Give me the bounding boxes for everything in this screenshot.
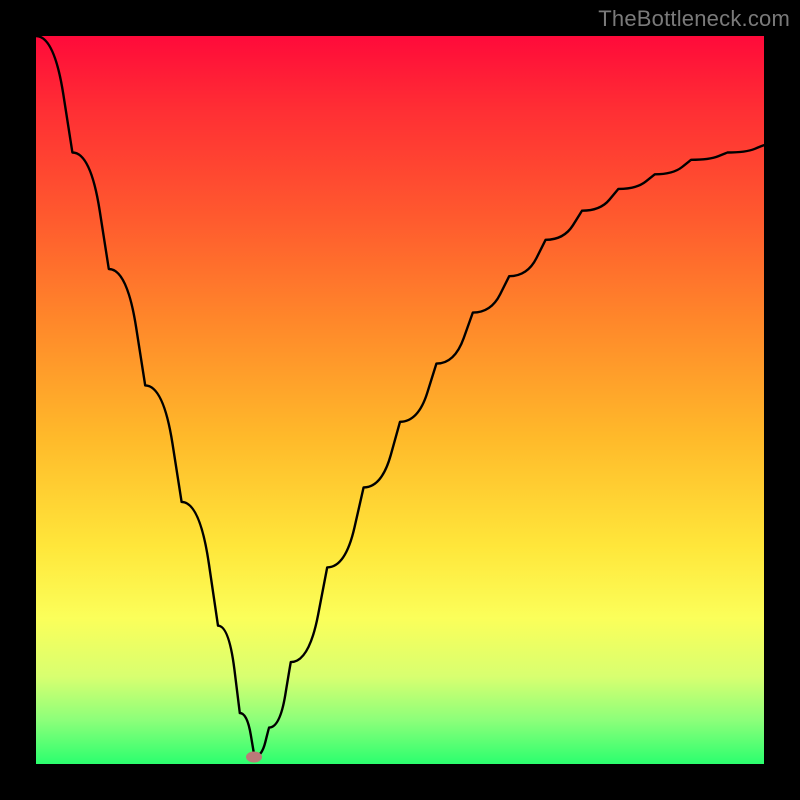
chart-frame: TheBottleneck.com [0,0,800,800]
plot-area [36,36,764,764]
watermark-label: TheBottleneck.com [598,6,790,32]
minimum-marker [246,751,262,762]
bottleneck-curve [36,36,764,764]
